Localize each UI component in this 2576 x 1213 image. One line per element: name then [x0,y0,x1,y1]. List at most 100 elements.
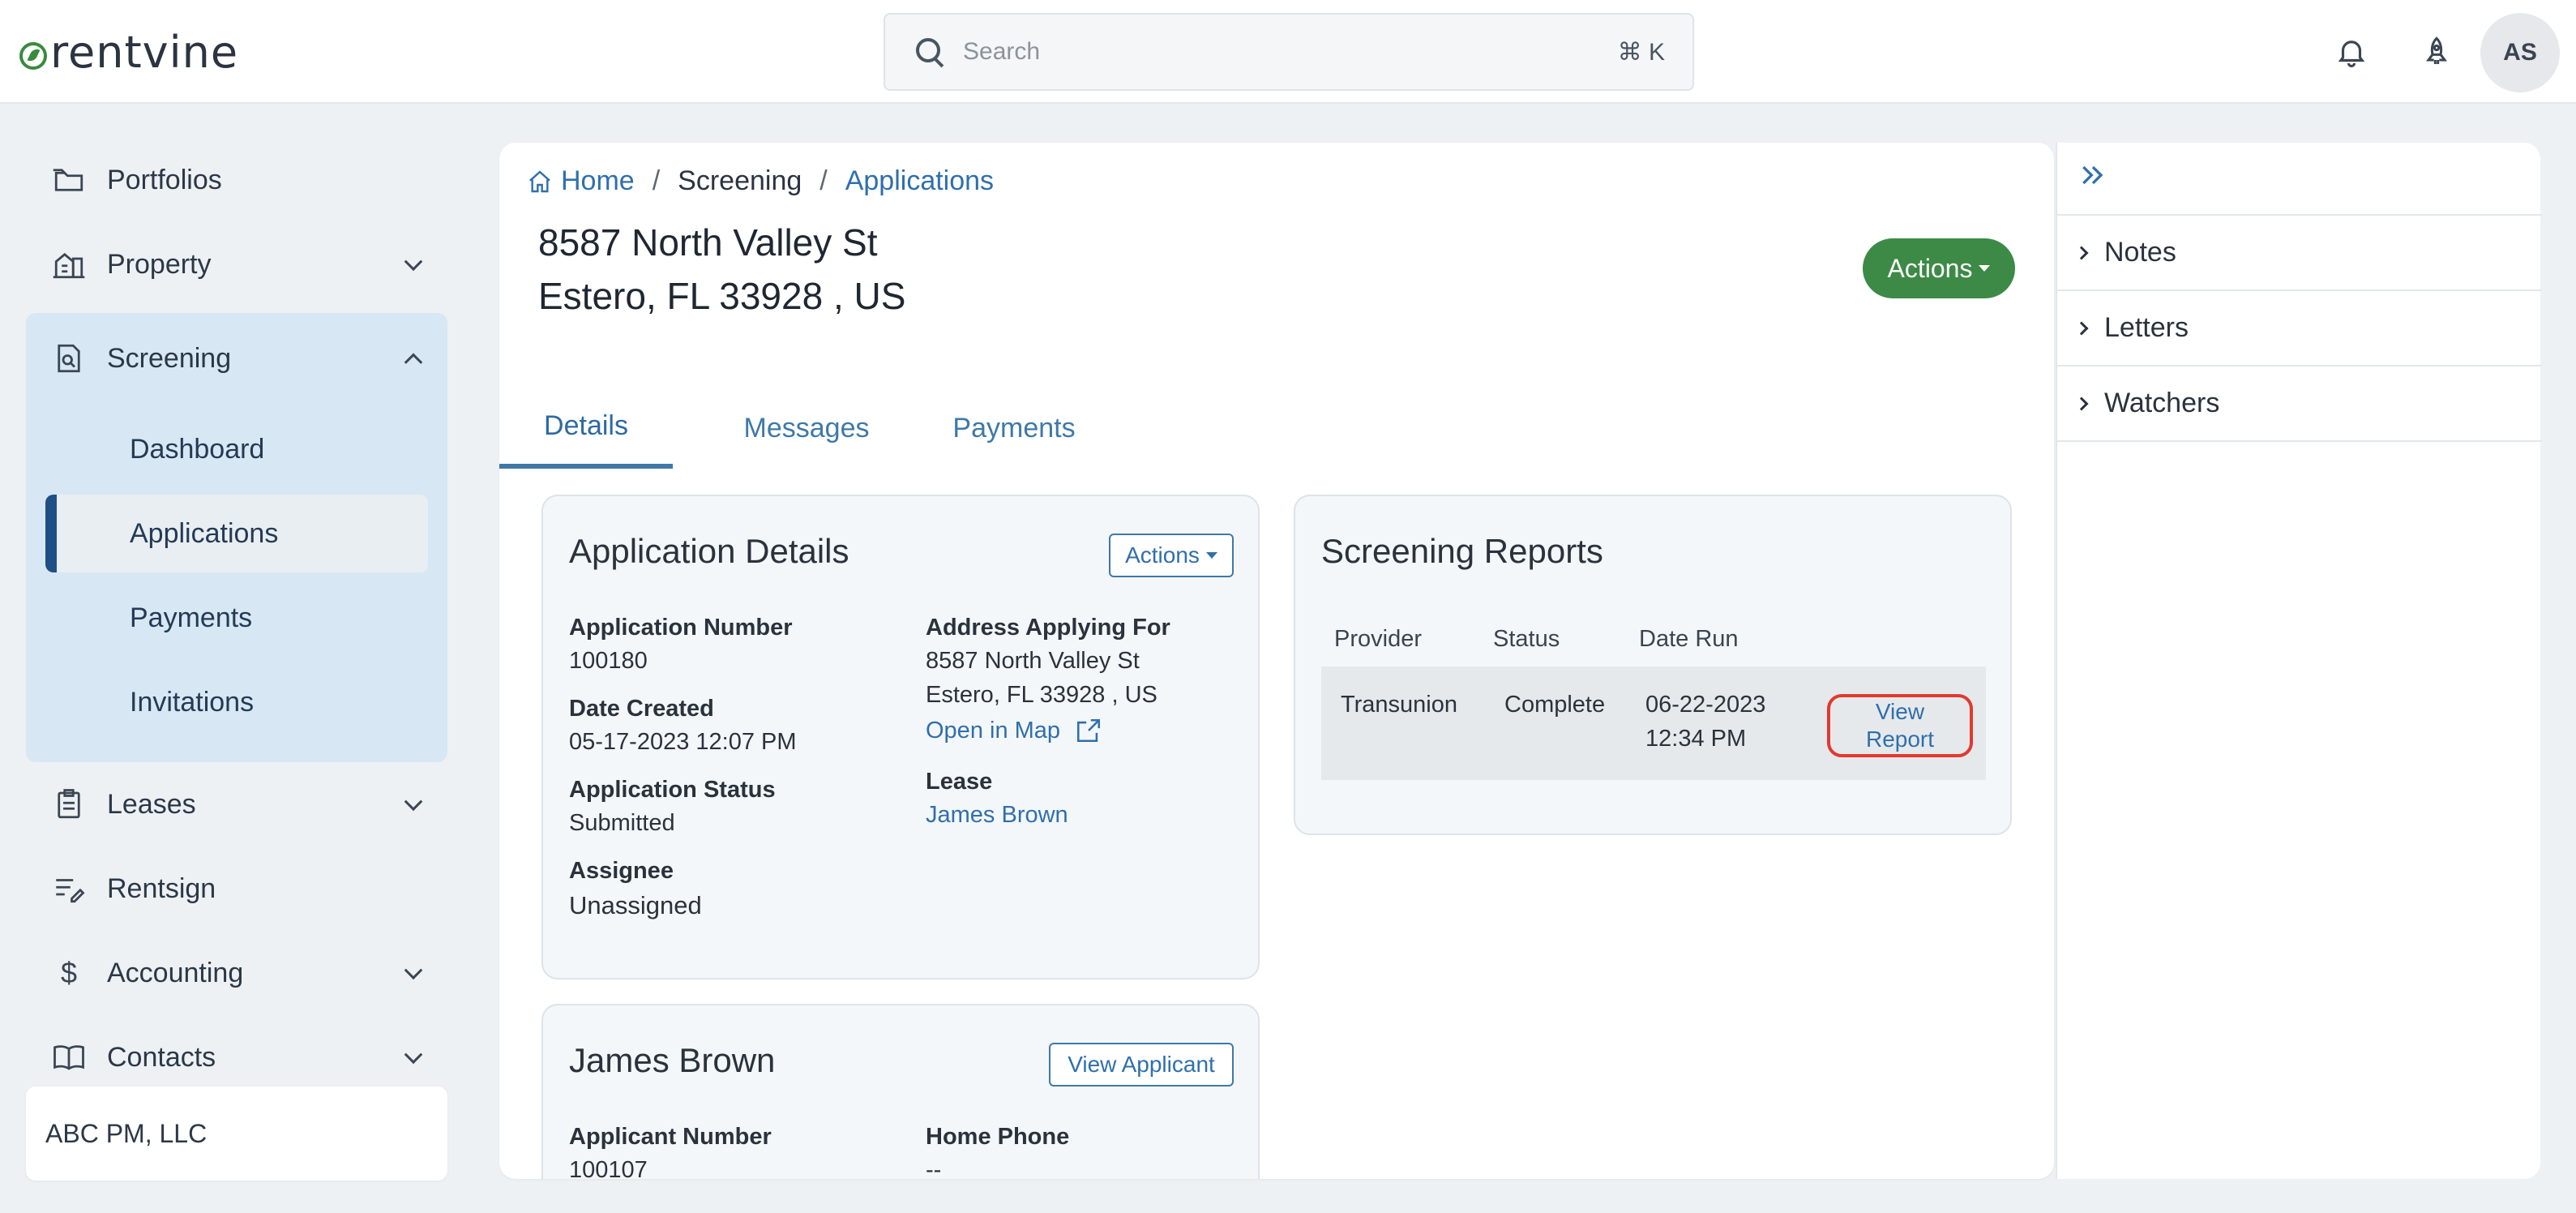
tab-messages[interactable]: Messages [708,388,905,469]
actions-label: Actions [1125,542,1200,568]
panel-item-watchers[interactable]: Watchers [2057,366,2542,442]
breadcrumb-screening: Screening [678,165,802,196]
search-shortcut: ⌘ K [1617,38,1665,66]
sidebar-item-label: Rentsign [107,872,216,904]
main-content: Home / Screening / Applications 8587 Nor… [499,143,2054,1179]
report-provider: Transunion [1341,692,1458,718]
double-chevron-right-icon[interactable] [2077,159,2109,191]
book-icon [53,1045,84,1070]
card-title: Screening Reports [1321,532,1603,570]
breadcrumb-separator: / [652,165,661,196]
sidebar-subitem-invitations[interactable]: Invitations [26,663,447,741]
actions-label: Actions [1887,253,1973,283]
open-in-map-label: Open in Map [926,718,1061,744]
panel-item-letters[interactable]: Letters [2057,291,2542,366]
application-number-value: 100180 [569,648,648,674]
sidebar-item-portfolios[interactable]: Portfolios [26,138,447,222]
panel-item-notes[interactable]: Notes [2057,216,2542,291]
tab-details[interactable]: Details [499,388,673,469]
chevron-down-icon [404,1045,423,1065]
folder-icon [53,169,83,191]
rentvine-logo[interactable]: rentvine [19,26,239,78]
chevron-up-icon [404,353,423,372]
sidebar-item-label: Accounting [107,957,244,988]
column-header-status: Status [1493,626,1560,652]
tabs: Details Messages Payments [499,388,2054,469]
application-status-label: Application Status [569,777,776,803]
panel-item-label: Watchers [2104,388,2220,418]
screening-group: Screening Dashboard Applications Payment… [26,313,447,762]
table-row: Transunion Complete 06-22-2023 12:34 PM … [1321,667,1986,780]
view-applicant-button[interactable]: View Applicant [1049,1043,1234,1087]
assignee-value: Unassigned [569,891,702,919]
date-created-label: Date Created [569,696,714,722]
view-report-button[interactable]: View Report [1827,694,1973,757]
sidebar-subitem-dashboard[interactable]: Dashboard [26,410,447,488]
report-time: 12:34 PM [1645,726,1747,752]
sidebar-item-leases[interactable]: Leases [26,762,447,847]
address-line2: Estero, FL 33928 , US [926,682,1157,708]
avatar[interactable]: AS [2480,13,2560,92]
bell-icon[interactable] [2334,34,2368,70]
lease-link[interactable]: James Brown [926,798,1068,832]
chevron-down-icon [404,792,423,812]
open-in-map-link[interactable]: Open in Map [926,714,1102,748]
column-header-date-run: Date Run [1639,626,1739,652]
rocket-icon[interactable] [2420,34,2453,70]
search-bar[interactable]: ⌘ K [884,13,1694,91]
home-phone-label: Home Phone [926,1124,1070,1150]
breadcrumb-applications[interactable]: Applications [845,165,994,197]
logo-text: rentvine [50,26,239,78]
lease-label: Lease [926,769,993,795]
sidebar-item-rentsign[interactable]: Rentsign [26,847,447,931]
page-title-line1: 8587 North Valley St [538,221,878,264]
sidebar-item-label: Contacts [107,1041,216,1073]
page-title-line2: Estero, FL 33928 , US [538,275,906,317]
top-bar: rentvine ⌘ K AS [0,0,2576,104]
chevron-right-icon [2074,321,2089,335]
sidebar-item-label: Property [107,248,212,280]
building-icon [53,252,85,279]
date-created-value: 05-17-2023 12:07 PM [569,729,797,755]
breadcrumb: Home / Screening / Applications [527,165,994,197]
chevron-down-icon [404,961,423,980]
organization-selector[interactable]: ABC PM, LLC [26,1087,447,1181]
address-line1: 8587 North Valley St [926,648,1140,674]
external-link-icon [1077,718,1101,743]
tab-payments[interactable]: Payments [921,388,1107,469]
page-title: 8587 North Valley St Estero, FL 33928 , … [538,216,905,323]
home-phone-value: -- [926,1157,942,1179]
breadcrumb-home[interactable]: Home [561,165,635,197]
sidebar-item-label: Portfolios [107,164,222,195]
chevron-right-icon [2074,246,2089,259]
sidebar-item-label: Leases [107,788,196,820]
application-actions-button[interactable]: Actions [1109,534,1234,577]
leaf-icon [19,42,47,70]
sidebar-item-accounting[interactable]: $ Accounting [26,931,447,1015]
application-details-card: Application Details Actions Application … [541,495,1260,979]
applicant-number-label: Applicant Number [569,1124,772,1150]
assignee-label: Assignee [569,858,674,884]
sidebar: Portfolios Property Screening Dashboard … [26,138,447,1099]
chevron-down-icon [404,252,423,272]
applicant-card: James Brown View Applicant Applicant Num… [541,1004,1260,1179]
page-actions-button[interactable]: Actions [1863,238,2015,298]
search-input[interactable] [963,38,1595,66]
caret-down-icon [1205,552,1217,559]
screening-reports-card: Screening Reports Provider Status Date R… [1294,495,2012,835]
sidebar-subitem-applications[interactable]: Applications [45,495,428,572]
breadcrumb-separator: / [819,165,828,196]
dollar-icon: $ [60,956,78,989]
applicant-number-value: 100107 [569,1157,648,1179]
application-status-value: Submitted [569,810,675,836]
sidebar-item-property[interactable]: Property [26,222,447,306]
panel-item-label: Letters [2104,312,2189,343]
view-report-label-line2: Report [1865,727,1935,752]
address-label: Address Applying For [926,615,1170,641]
applicant-name: James Brown [569,1041,776,1079]
sidebar-subitem-payments[interactable]: Payments [26,579,447,657]
home-icon [529,169,550,192]
screening-doc-icon [58,344,80,373]
column-header-provider: Provider [1334,626,1422,652]
sidebar-item-screening[interactable]: Screening [26,313,447,404]
